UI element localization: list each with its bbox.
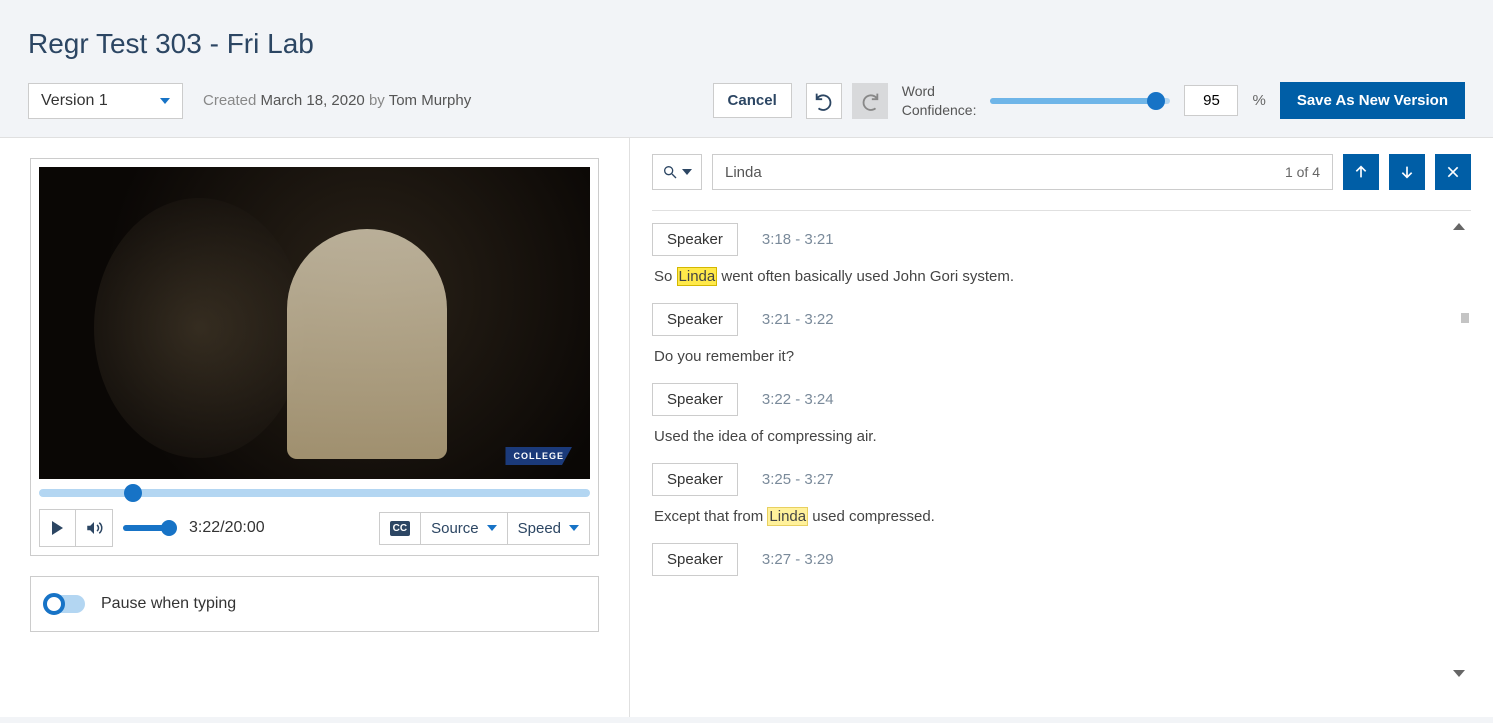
confidence-slider[interactable] xyxy=(990,98,1170,104)
volume-button[interactable] xyxy=(76,510,112,546)
collapse-up-icon[interactable] xyxy=(1453,223,1465,230)
redo-icon xyxy=(859,90,881,112)
cc-button[interactable]: CC xyxy=(379,512,421,545)
volume-slider[interactable] xyxy=(123,525,173,531)
segment-text[interactable]: Used the idea of compressing air. xyxy=(652,428,1471,445)
arrow-up-icon xyxy=(1353,164,1369,180)
transcript-segment: Speaker 3:18 - 3:21 So Linda went often ba… xyxy=(652,223,1471,285)
page-title: Regr Test 303 - Fri Lab xyxy=(28,28,1465,60)
video-player: COLLEGE 3:22/20:00 CC xyxy=(30,158,599,556)
created-info: Created March 18, 2020 by Tom Murphy xyxy=(203,92,471,109)
undo-icon xyxy=(813,90,835,112)
search-next-button[interactable] xyxy=(1389,154,1425,190)
segment-text[interactable]: So Linda went often basically used John … xyxy=(652,268,1471,285)
video-frame[interactable]: COLLEGE xyxy=(39,167,590,479)
scrollbar-marker xyxy=(1461,313,1469,323)
chevron-down-icon xyxy=(160,98,170,104)
confidence-input[interactable] xyxy=(1184,85,1238,116)
play-button[interactable] xyxy=(40,510,76,546)
transcript-segment: Speaker 3:21 - 3:22 Do you remember it? xyxy=(652,303,1471,365)
search-icon xyxy=(662,164,678,180)
volume-icon xyxy=(85,519,103,537)
segment-time: 3:27 - 3:29 xyxy=(762,551,834,568)
close-icon xyxy=(1445,164,1461,180)
segment-time: 3:21 - 3:22 xyxy=(762,311,834,328)
time-display: 3:22/20:00 xyxy=(189,519,265,537)
segment-text[interactable]: Except that from Linda used compressed. xyxy=(652,508,1471,525)
search-result-count: 1 of 4 xyxy=(1285,164,1320,180)
source-dropdown[interactable]: Source xyxy=(421,512,508,545)
version-dropdown[interactable]: Version 1 xyxy=(28,83,183,119)
segment-time: 3:25 - 3:27 xyxy=(762,471,834,488)
speaker-button[interactable]: Speaker xyxy=(652,463,738,496)
percent-label: % xyxy=(1252,92,1265,109)
search-close-button[interactable] xyxy=(1435,154,1471,190)
confidence-label: Word Confidence: xyxy=(902,82,977,118)
segment-text[interactable]: Do you remember it? xyxy=(652,348,1471,365)
speaker-button[interactable]: Speaker xyxy=(652,543,738,576)
arrow-down-icon xyxy=(1399,164,1415,180)
search-prev-button[interactable] xyxy=(1343,154,1379,190)
transcript-segment: Speaker 3:22 - 3:24 Used the idea of compr… xyxy=(652,383,1471,445)
speed-dropdown[interactable]: Speed xyxy=(508,512,590,545)
segment-time: 3:18 - 3:21 xyxy=(762,231,834,248)
pause-typing-label: Pause when typing xyxy=(101,595,236,613)
video-progress[interactable] xyxy=(39,489,590,497)
save-button[interactable]: Save As New Version xyxy=(1280,82,1465,119)
play-icon xyxy=(52,521,63,535)
chevron-down-icon xyxy=(487,525,497,531)
cc-icon: CC xyxy=(390,521,410,536)
speaker-button[interactable]: Speaker xyxy=(652,303,738,336)
segment-time: 3:22 - 3:24 xyxy=(762,391,834,408)
search-mode-dropdown[interactable] xyxy=(652,154,702,190)
transcript-segment: Speaker 3:27 - 3:29 xyxy=(652,543,1471,576)
expand-down-icon[interactable] xyxy=(1453,670,1465,677)
cancel-button[interactable]: Cancel xyxy=(713,83,792,118)
search-input[interactable] xyxy=(725,164,1285,181)
speaker-button[interactable]: Speaker xyxy=(652,223,738,256)
transcript-panel: Speaker 3:18 - 3:21 So Linda went often ba… xyxy=(652,223,1471,683)
pause-typing-toggle[interactable] xyxy=(45,595,85,613)
undo-button[interactable] xyxy=(806,83,842,119)
chevron-down-icon xyxy=(569,525,579,531)
redo-button[interactable] xyxy=(852,83,888,119)
video-badge: COLLEGE xyxy=(505,447,572,465)
speaker-button[interactable]: Speaker xyxy=(652,383,738,416)
transcript-segment: Speaker 3:25 - 3:27 Except that from Linda… xyxy=(652,463,1471,525)
version-selected: Version 1 xyxy=(41,92,108,110)
search-highlight: Linda xyxy=(767,507,808,526)
search-highlight: Linda xyxy=(677,267,718,286)
chevron-down-icon xyxy=(682,169,692,175)
